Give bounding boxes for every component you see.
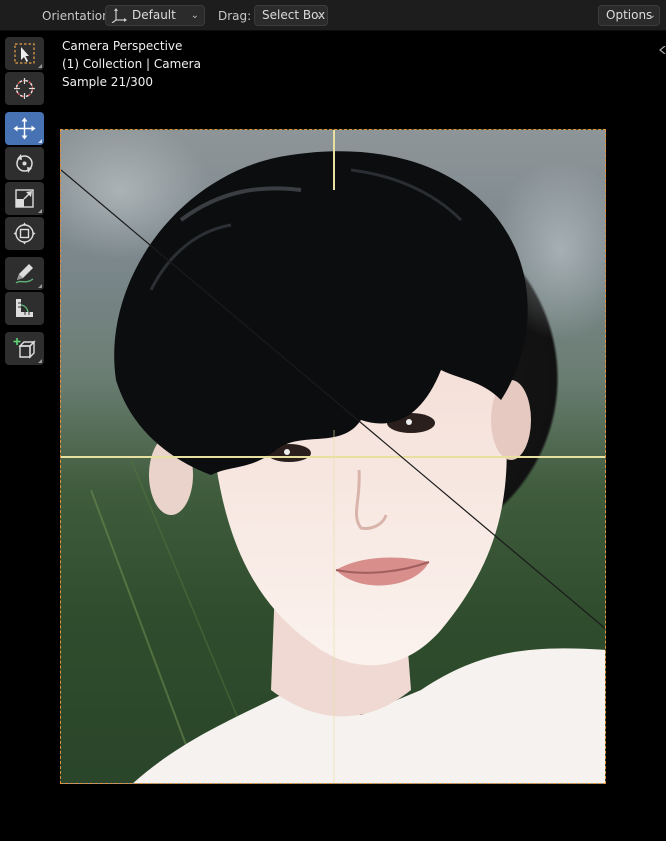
add-cube-tool[interactable] <box>5 332 44 365</box>
submenu-corner-icon <box>38 359 42 363</box>
rotate-icon <box>16 154 33 173</box>
move-tool[interactable] <box>5 112 44 145</box>
camera-frame[interactable] <box>60 129 606 784</box>
measure-tool[interactable] <box>5 292 44 325</box>
cursor-select-icon <box>14 43 35 64</box>
chevron-down-icon: ⌄ <box>647 10 656 21</box>
scale-icon <box>15 189 34 208</box>
drag-label: Drag: <box>218 9 252 23</box>
drag-dropdown[interactable]: Select Box ⌄ <box>254 5 328 26</box>
options-dropdown[interactable]: Options ⌄ <box>598 5 660 26</box>
submenu-corner-icon <box>38 139 42 143</box>
submenu-corner-icon <box>38 209 42 213</box>
chevron-down-icon: ⌄ <box>315 10 324 21</box>
ruler-icon <box>16 299 33 317</box>
annotate-tool[interactable] <box>5 257 44 290</box>
chevron-down-icon: ⌄ <box>190 10 199 21</box>
transform-tool[interactable] <box>5 217 44 250</box>
cursor-tool[interactable] <box>5 72 44 105</box>
collection-info-label: (1) Collection | Camera <box>62 57 201 71</box>
orientation-dropdown[interactable]: Default ⌄ <box>105 5 205 26</box>
options-label: Options <box>606 8 653 22</box>
pencil-icon <box>15 264 34 284</box>
submenu-corner-icon <box>38 64 42 68</box>
navigation-gizmo-edge-icon[interactable] <box>659 46 666 54</box>
add-cube-icon <box>13 338 36 359</box>
transform-orientation-icon <box>111 8 127 23</box>
view-name-label: Camera Perspective <box>62 39 183 53</box>
submenu-corner-icon <box>38 284 42 288</box>
3d-cursor-icon <box>14 78 35 99</box>
viewport-info-overlay: Camera Perspective (1) Collection | Came… <box>62 37 201 91</box>
scale-tool[interactable] <box>5 182 44 215</box>
rotate-tool[interactable] <box>5 147 44 180</box>
select-box-tool[interactable] <box>5 37 44 70</box>
move-arrows-icon <box>13 117 36 140</box>
render-preview-image <box>61 130 605 783</box>
sample-count-label: Sample 21/300 <box>62 75 154 89</box>
orientation-label: Orientation: <box>42 9 114 23</box>
orientation-value: Default <box>132 8 176 22</box>
transform-icon <box>13 222 36 245</box>
viewport-header: Orientation: Default ⌄ Drag: Select Box … <box>0 0 666 31</box>
